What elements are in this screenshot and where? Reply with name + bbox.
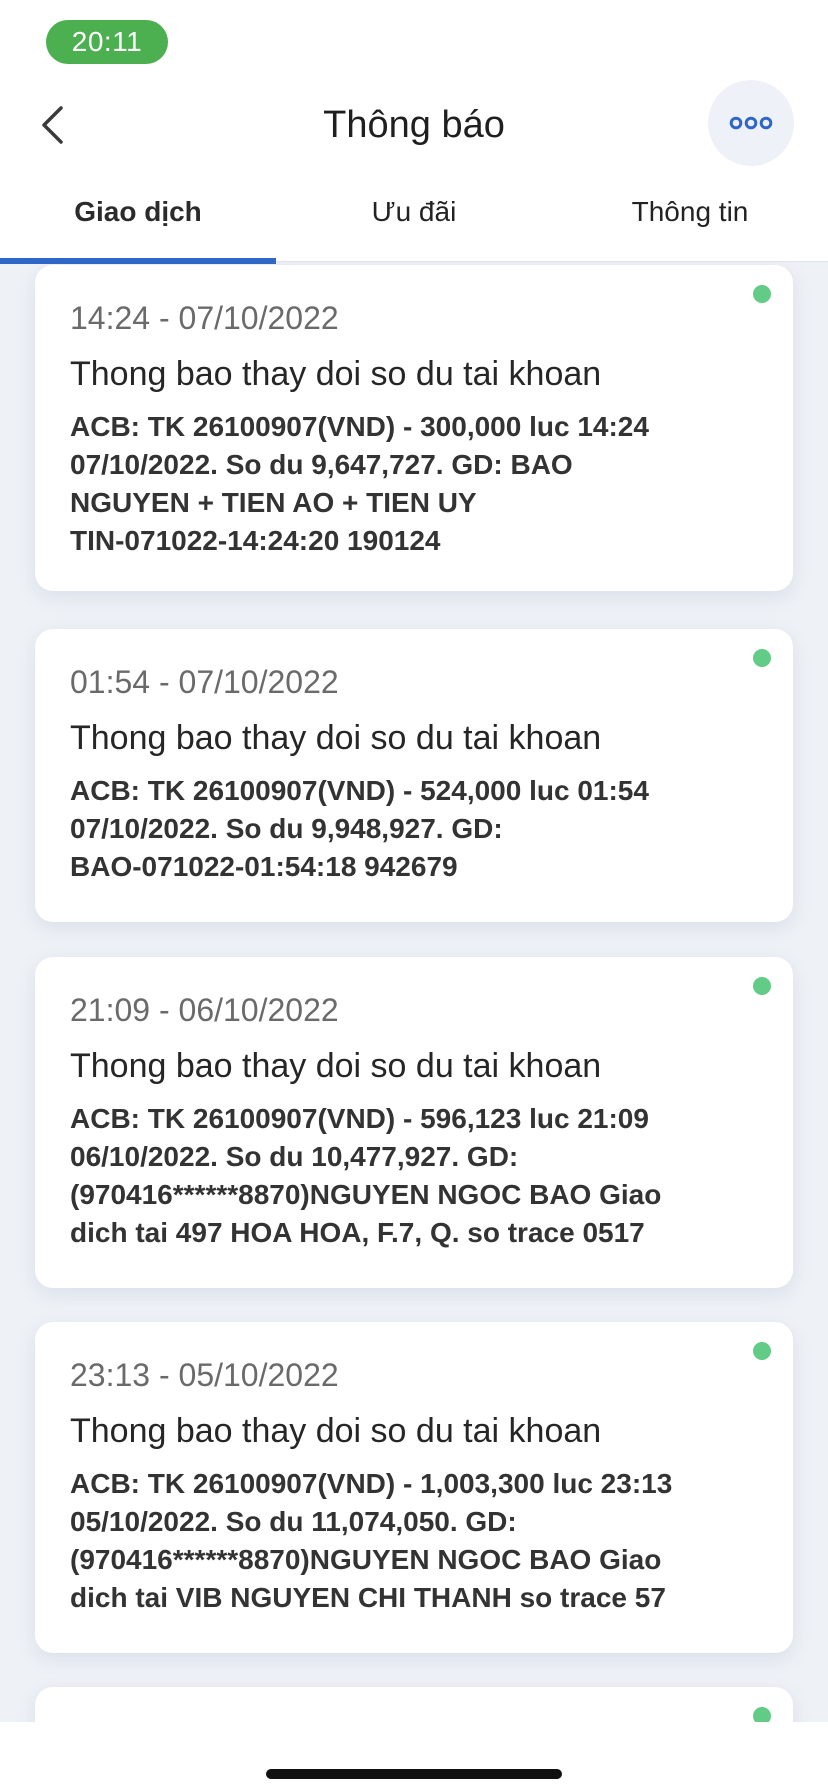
notification-timestamp: 14:24 - 07/10/2022 <box>70 300 339 336</box>
tab-thong-tin[interactable]: Thông tin <box>552 170 828 262</box>
notification-timestamp: 23:13 - 05/10/2022 <box>70 1357 339 1393</box>
notification-body-line: 07/10/2022. So du 9,647,727. GD: BAO <box>70 449 573 480</box>
notification-body-line: (970416******8870)NGUYEN NGOC BAO Giao <box>70 1179 662 1210</box>
status-time: 20:11 <box>46 20 168 64</box>
notification-body: ACB: TK 26100907(VND) - 596,123 luc 21:0… <box>70 1100 757 1252</box>
notification-card-partial[interactable] <box>35 1687 793 1722</box>
tab-giao-dich[interactable]: Giao dịch <box>0 170 276 262</box>
notification-body-line: (970416******8870)NGUYEN NGOC BAO Giao <box>70 1544 662 1575</box>
notification-card[interactable]: 01:54 - 07/10/2022 Thong bao thay doi so… <box>35 629 793 922</box>
unread-dot <box>753 1707 771 1722</box>
unread-dot <box>753 1342 771 1360</box>
notification-title: Thong bao thay doi so du tai khoan <box>70 1412 602 1450</box>
more-options-button[interactable] <box>708 80 794 166</box>
ellipsis-icon <box>729 116 773 130</box>
unread-dot <box>753 977 771 995</box>
notification-body-line: BAO-071022-01:54:18 942679 <box>70 851 458 882</box>
notification-card[interactable]: 14:24 - 07/10/2022 Thong bao thay doi so… <box>35 265 793 591</box>
notification-body: ACB: TK 26100907(VND) - 1,003,300 luc 23… <box>70 1465 757 1617</box>
home-indicator-area <box>0 1722 828 1792</box>
notification-body-line: ACB: TK 26100907(VND) - 1,003,300 luc 23… <box>70 1468 673 1499</box>
tab-bar: Giao dịch Ưu đãi Thông tin <box>0 170 828 264</box>
notification-body-line: 07/10/2022. So du 9,948,927. GD: <box>70 813 503 844</box>
notification-card[interactable]: 23:13 - 05/10/2022 Thong bao thay doi so… <box>35 1322 793 1653</box>
notification-body-line: 06/10/2022. So du 10,477,927. GD: <box>70 1141 519 1172</box>
notification-body-line: TIN-071022-14:24:20 190124 <box>70 525 441 556</box>
notification-body-line: dich tai VIB NGUYEN CHI THANH so trace 5… <box>70 1582 666 1613</box>
notification-body-line: NGUYEN + TIEN AO + TIEN UY <box>70 487 477 518</box>
notification-body-line: ACB: TK 26100907(VND) - 596,123 luc 21:0… <box>70 1103 649 1134</box>
notification-title: Thong bao thay doi so du tai khoan <box>70 719 602 757</box>
status-bar: 20:11 <box>0 0 828 80</box>
notification-body: ACB: TK 26100907(VND) - 300,000 luc 14:2… <box>70 408 757 560</box>
unread-dot <box>753 285 771 303</box>
unread-dot <box>753 649 771 667</box>
notification-title: Thong bao thay doi so du tai khoan <box>70 355 602 393</box>
notification-card[interactable]: 21:09 - 06/10/2022 Thong bao thay doi so… <box>35 957 793 1288</box>
notification-body: ACB: TK 26100907(VND) - 524,000 luc 01:5… <box>70 772 757 886</box>
home-indicator[interactable] <box>266 1769 562 1779</box>
navigation-bar: Thông báo <box>0 80 828 170</box>
notification-body-line: ACB: TK 26100907(VND) - 300,000 luc 14:2… <box>70 411 649 442</box>
tab-uu-dai[interactable]: Ưu đãi <box>276 170 552 262</box>
notification-body-line: dich tai 497 HOA HOA, F.7, Q. so trace 0… <box>70 1217 645 1248</box>
notifications-screen: 20:11 Thông báo Giao dịch Ưu đãi Thông t… <box>0 0 828 1792</box>
notification-timestamp: 21:09 - 06/10/2022 <box>70 992 339 1028</box>
notification-list[interactable]: 14:24 - 07/10/2022 Thong bao thay doi so… <box>0 262 828 1722</box>
notification-body-line: 05/10/2022. So du 11,074,050. GD: <box>70 1506 517 1537</box>
notification-title: Thong bao thay doi so du tai khoan <box>70 1047 602 1085</box>
notification-body-line: ACB: TK 26100907(VND) - 524,000 luc 01:5… <box>70 775 649 806</box>
page-title: Thông báo <box>323 104 505 146</box>
notification-timestamp: 01:54 - 07/10/2022 <box>70 664 339 700</box>
